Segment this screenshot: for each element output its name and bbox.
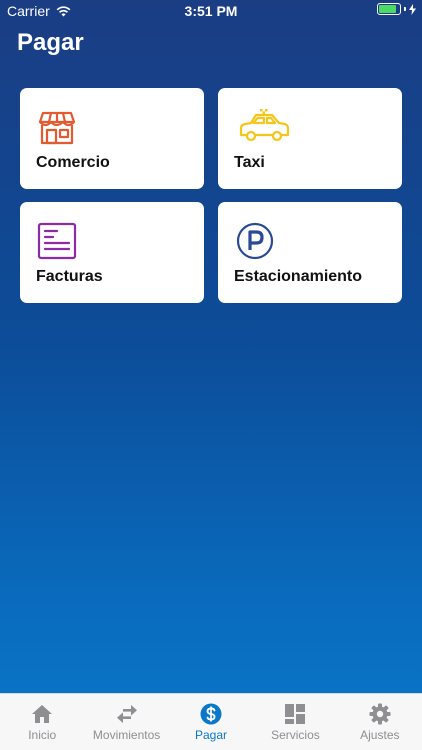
charging-bolt-icon	[409, 3, 416, 15]
tab-inicio[interactable]: Inicio	[0, 694, 84, 750]
tab-servicios[interactable]: Servicios	[253, 694, 337, 750]
tab-label-inicio: Inicio	[28, 728, 57, 742]
transfer-arrows-icon	[116, 705, 137, 723]
battery-level	[379, 5, 397, 13]
facturas-card[interactable]: Facturas	[20, 202, 204, 303]
comercio-card[interactable]: Comercio	[20, 88, 204, 189]
tab-ajustes[interactable]: Ajustes	[338, 694, 422, 750]
tab-movimientos[interactable]: Movimientos	[84, 694, 168, 750]
comercio-label: Comercio	[36, 154, 110, 171]
tab-label-servicios: Servicios	[271, 728, 320, 742]
tab-bar: Inicio Movimientos Pagar Servicios Ajust…	[0, 693, 422, 750]
taxi-label: Taxi	[234, 154, 265, 171]
status-bar: Carrier 3:51 PM	[0, 0, 422, 22]
tab-label-pagar: Pagar	[195, 728, 228, 742]
home-icon	[32, 705, 53, 723]
tab-pagar[interactable]: Pagar	[169, 694, 253, 750]
estacionamiento-card[interactable]: Estacionamiento	[218, 202, 402, 303]
parking-icon	[236, 222, 274, 260]
tab-label-movimientos: Movimientos	[92, 728, 161, 742]
taxi-icon	[239, 109, 290, 142]
status-time: 3:51 PM	[184, 3, 238, 19]
tab-label-ajustes: Ajustes	[360, 728, 400, 742]
estacionamiento-label: Estacionamiento	[234, 268, 363, 285]
battery-icon	[377, 3, 401, 15]
battery-cap	[404, 7, 406, 11]
store-icon	[38, 111, 76, 145]
grid-icon	[285, 704, 306, 724]
status-right	[377, 3, 416, 15]
dollar-coin-icon	[200, 703, 222, 725]
taxi-card[interactable]: Taxi	[218, 88, 402, 189]
page-title: Pagar	[17, 29, 84, 56]
invoice-icon	[37, 222, 77, 260]
facturas-label: Facturas	[36, 268, 103, 285]
gear-icon	[369, 703, 391, 725]
